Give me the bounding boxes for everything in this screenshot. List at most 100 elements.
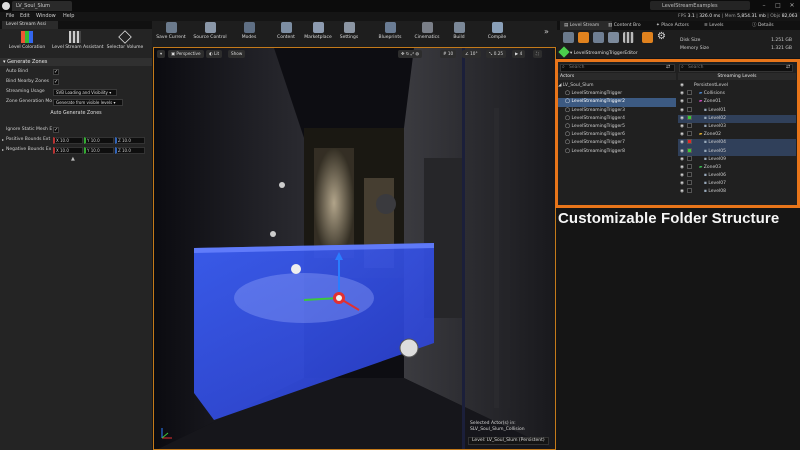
- streaming-level-row[interactable]: ◉ ▪ Level03: [678, 122, 796, 131]
- menu-help[interactable]: Help: [63, 12, 74, 21]
- grid-tool-icon[interactable]: [623, 32, 634, 43]
- camera-speed-button[interactable]: ▶ 4: [512, 50, 526, 58]
- positive-bounds-y-field[interactable]: Y 10.0: [84, 137, 114, 144]
- perspective-button[interactable]: ▣ Perspective: [168, 50, 204, 58]
- actor-row[interactable]: ◯ LevelStreamingTrigger5: [558, 123, 676, 131]
- level-color-checkbox[interactable]: [687, 172, 693, 178]
- level-stream-assistant-button[interactable]: Level Stream Assistant: [52, 31, 104, 55]
- toolbar-blueprints-button[interactable]: Blueprints: [374, 22, 406, 46]
- visibility-eye-icon[interactable]: ◉: [680, 123, 686, 129]
- streaming-level-row[interactable]: ◉ ▰ Zone01: [678, 98, 796, 106]
- negative-bounds-x-field[interactable]: X 10.0: [53, 147, 83, 154]
- settings-tool-icon[interactable]: [578, 32, 589, 43]
- toolbar-save-current-button[interactable]: Save Current: [156, 22, 186, 46]
- menu-file[interactable]: File: [6, 12, 14, 21]
- actor-row[interactable]: ◯ LevelStreamingTrigger8: [558, 148, 676, 156]
- streaming-level-row[interactable]: ◉ ▪ Level02: [678, 114, 796, 123]
- toolbar-build-button[interactable]: Build: [448, 22, 470, 46]
- actor-row[interactable]: ◯ LevelStreamingTrigger4: [558, 115, 676, 123]
- tab-details[interactable]: ⓘ Details: [752, 21, 774, 30]
- actors-column-header[interactable]: Actors: [558, 73, 676, 80]
- level-color-checkbox[interactable]: [687, 98, 693, 104]
- menu-edit[interactable]: Edit: [20, 12, 30, 21]
- tab-level-stream[interactable]: ▤ Level Stream: [560, 21, 612, 30]
- actor-search-input[interactable]: Search: [560, 64, 675, 72]
- menu-window[interactable]: Window: [36, 12, 56, 21]
- level-color-checkbox[interactable]: [687, 90, 693, 96]
- minimize-button[interactable]: –: [757, 1, 771, 10]
- streaming-usage-dropdown[interactable]: SVB Loading and Visibility ▾: [53, 89, 117, 96]
- streaming-level-row[interactable]: ◉ ▪ Level05: [678, 147, 796, 156]
- visibility-eye-icon[interactable]: ◉: [680, 139, 686, 145]
- visibility-eye-icon[interactable]: ◉: [680, 148, 686, 154]
- positive-bounds-x-field[interactable]: X 10.0: [53, 137, 83, 144]
- plugin-tool-icon[interactable]: [642, 32, 653, 43]
- maximize-viewport-button[interactable]: ⛶: [533, 50, 542, 58]
- level-color-checkbox[interactable]: [687, 106, 693, 112]
- streaming-level-row[interactable]: ◉ PersistentLevel: [678, 82, 796, 90]
- toolbar-content-button[interactable]: Content: [274, 22, 298, 46]
- snap-scale-button[interactable]: ⤡ 0.25: [486, 50, 507, 58]
- visibility-eye-icon[interactable]: ◉: [680, 172, 686, 178]
- level-color-checkbox[interactable]: [687, 188, 693, 194]
- viewport-menu-button[interactable]: ▾: [157, 50, 166, 58]
- bind-nearby-zones-checkbox[interactable]: ✓: [53, 79, 59, 85]
- close-button[interactable]: ✕: [785, 1, 799, 10]
- refresh-tool-icon[interactable]: [608, 32, 619, 43]
- pin-icon[interactable]: ⇄: [786, 64, 790, 70]
- negative-bounds-z-field[interactable]: Z 10.0: [115, 147, 145, 154]
- toolbar-source-control-button[interactable]: Source Control: [190, 22, 230, 46]
- actor-row[interactable]: ◯ LevelStreamingTrigger2: [558, 98, 676, 107]
- level-color-checkbox[interactable]: [687, 180, 693, 186]
- auto-generate-zones-button[interactable]: Auto Generate Zones: [50, 110, 102, 118]
- actor-row[interactable]: ◯ LevelStreamingTrigger3: [558, 107, 676, 115]
- snap-angle-button[interactable]: ∠ 10°: [462, 50, 481, 58]
- toolbar-settings-button[interactable]: Settings: [338, 22, 360, 46]
- actor-row[interactable]: ◯ LevelStreamingTrigger7: [558, 139, 676, 147]
- visibility-eye-icon[interactable]: ◉: [680, 90, 686, 96]
- tab-levels[interactable]: ≡ Levels: [704, 21, 723, 30]
- streaming-level-row[interactable]: ◉ ▰ Zone02: [678, 131, 796, 139]
- lit-button[interactable]: ◐ Lit: [206, 50, 223, 58]
- tab-level-stream-assistant[interactable]: Level Stream Assi: [2, 21, 58, 29]
- visibility-eye-icon[interactable]: ◉: [680, 156, 686, 162]
- tab-place-actors[interactable]: ✦ Place Actors: [656, 21, 689, 30]
- generate-zones-section[interactable]: ▾ Generate Zones: [0, 58, 152, 66]
- visibility-eye-icon[interactable]: ◉: [680, 107, 686, 113]
- ignore-static-mesh-checkbox[interactable]: ✓: [53, 127, 59, 133]
- streaming-level-row[interactable]: ◉ ▪ Level06: [678, 172, 796, 180]
- streaming-levels-column-header[interactable]: Streaming Levels: [678, 73, 796, 80]
- lock-tool-icon[interactable]: [593, 32, 604, 43]
- visibility-eye-icon[interactable]: ◉: [680, 188, 686, 194]
- level-viewport[interactable]: [153, 47, 556, 450]
- level-coloration-button[interactable]: Level Coloration: [4, 31, 50, 55]
- selector-volume-button[interactable]: Selector Volume: [102, 30, 148, 55]
- toolbar-compile-button[interactable]: Compile: [484, 22, 510, 46]
- streaming-level-row[interactable]: ◉ ▪ Level07: [678, 180, 796, 188]
- show-button[interactable]: Show: [228, 50, 246, 58]
- streaming-level-row[interactable]: ◉ ▪ Level01: [678, 106, 796, 115]
- visibility-eye-icon[interactable]: ◉: [680, 115, 686, 121]
- visibility-eye-icon[interactable]: ◉: [680, 164, 686, 170]
- toolbar-marketplace-button[interactable]: Marketplace: [300, 22, 336, 46]
- visibility-eye-icon[interactable]: ◉: [680, 131, 686, 137]
- actor-row[interactable]: ◯ LevelStreamingTrigger: [558, 90, 676, 98]
- pin-icon[interactable]: ⇄: [666, 64, 670, 70]
- level-color-checkbox[interactable]: [687, 147, 693, 153]
- expand-arrow-icon[interactable]: ▸: [2, 137, 4, 142]
- streaming-level-row[interactable]: ◉ ▪ Level04: [678, 139, 796, 148]
- level-color-checkbox[interactable]: [687, 122, 693, 128]
- toolbar-modes-button[interactable]: Modes: [236, 22, 262, 46]
- collapse-icon[interactable]: ▲: [71, 156, 75, 162]
- visibility-eye-icon[interactable]: ◉: [680, 98, 686, 104]
- expand-arrow-icon[interactable]: ▸: [2, 147, 4, 152]
- visibility-eye-icon[interactable]: ◉: [680, 82, 686, 88]
- zone-generation-dropdown[interactable]: Generate from visible levels ▾: [53, 99, 123, 106]
- level-color-checkbox[interactable]: [687, 155, 693, 161]
- levels-search-input[interactable]: Search: [679, 64, 793, 72]
- negative-bounds-y-field[interactable]: Y 10.0: [84, 147, 114, 154]
- document-tab[interactable]: LV_Soul_Slum: [12, 1, 72, 11]
- tab-content-browser[interactable]: ▥ Content Bro: [608, 21, 641, 30]
- actor-tree-root[interactable]: ◢ LV_Soul_Slum: [558, 82, 676, 90]
- transform-mode-buttons[interactable]: ✥ ↻ ⤢ ◍: [398, 50, 423, 58]
